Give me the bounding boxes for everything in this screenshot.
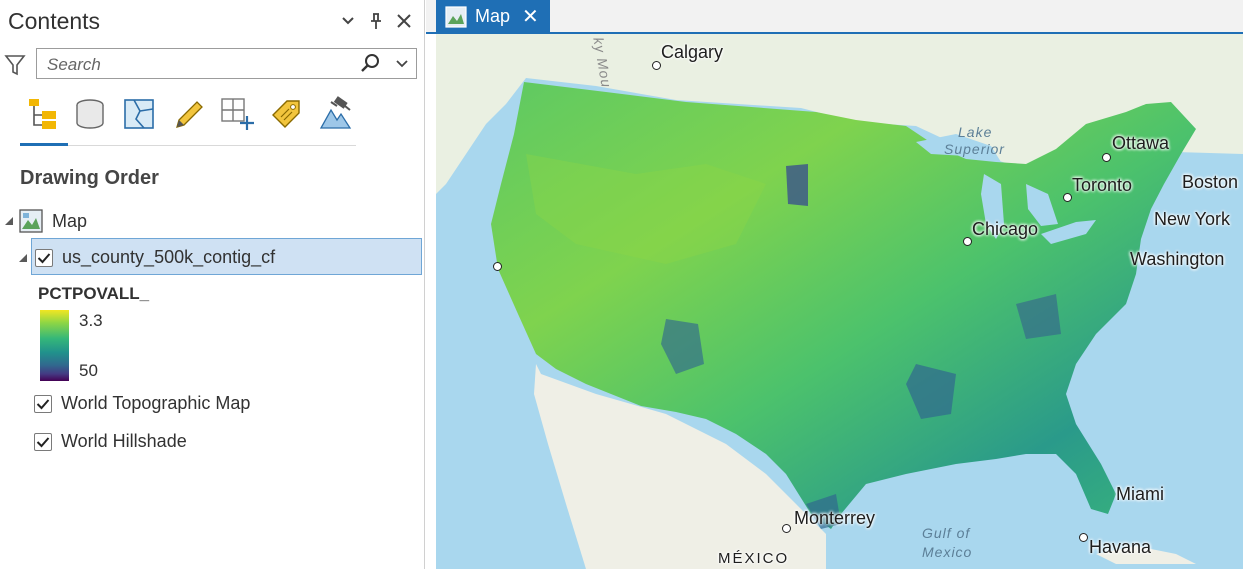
close-tab-icon[interactable]: ✕ bbox=[522, 7, 539, 27]
search-box bbox=[36, 48, 417, 79]
search-input[interactable] bbox=[45, 52, 359, 77]
pane-options-chevron-icon[interactable] bbox=[338, 10, 358, 32]
toolbar-divider bbox=[20, 145, 356, 146]
map-label-chicago: Chicago bbox=[972, 219, 1039, 239]
layer-row-county[interactable]: us_county_500k_contig_cf bbox=[18, 247, 275, 268]
map-label-calgary: Calgary bbox=[661, 42, 724, 62]
list-by-editing-icon[interactable] bbox=[169, 95, 206, 133]
layer-visibility-checkbox[interactable] bbox=[34, 432, 52, 451]
city-marker bbox=[1079, 533, 1088, 542]
tree-map-node[interactable]: Map bbox=[4, 209, 87, 233]
list-by-labeling-icon[interactable] bbox=[267, 95, 304, 133]
map-icon bbox=[19, 209, 43, 233]
active-tool-indicator bbox=[20, 143, 68, 146]
map-label-boston: Boston bbox=[1182, 172, 1239, 192]
map-label-gulf-2: Mexico bbox=[922, 544, 973, 560]
tab-map[interactable]: Map ✕ bbox=[436, 0, 550, 33]
map-view[interactable]: Calgary Ottawa Toronto Boston New York W… bbox=[436, 34, 1243, 569]
city-marker bbox=[1063, 193, 1072, 202]
auto-hide-pin-icon[interactable] bbox=[366, 10, 386, 32]
map-label-lake-superior-2: Superior bbox=[944, 141, 1005, 157]
list-by-snapping-icon[interactable] bbox=[218, 95, 255, 133]
pane-window-buttons bbox=[338, 10, 414, 32]
legend-high-label: 3.3 bbox=[79, 311, 103, 330]
city-marker bbox=[963, 237, 972, 246]
map-label-gulf: Gulf of bbox=[922, 525, 971, 541]
layer-row-hillshade[interactable]: World Hillshade bbox=[34, 431, 187, 452]
layer-name: World Topographic Map bbox=[61, 393, 251, 413]
layer-name: us_county_500k_contig_cf bbox=[62, 247, 276, 267]
map-label-toronto: Toronto bbox=[1072, 175, 1133, 195]
layer-visibility-checkbox[interactable] bbox=[34, 394, 52, 413]
checkmark-icon bbox=[36, 398, 50, 409]
filter-icon[interactable] bbox=[4, 53, 26, 77]
city-marker bbox=[652, 61, 661, 70]
city-marker bbox=[493, 262, 502, 271]
legend-color-ramp[interactable] bbox=[40, 310, 69, 381]
drawing-order-heading: Drawing Order bbox=[20, 167, 159, 189]
city-marker bbox=[1102, 153, 1111, 162]
map-label-havana: Havana bbox=[1089, 537, 1152, 557]
map-label-miami: Miami bbox=[1116, 484, 1164, 504]
collapse-triangle-icon[interactable] bbox=[18, 253, 28, 263]
list-by-perspective-imagery-icon[interactable] bbox=[316, 95, 353, 133]
layer-visibility-checkbox[interactable] bbox=[35, 248, 53, 267]
map-label-mexico: MÉXICO bbox=[718, 550, 790, 567]
legend-low-label: 50 bbox=[79, 361, 98, 380]
contents-pane: Contents Search Drawing Order Map us_cou… bbox=[0, 0, 425, 569]
search-options-chevron-icon[interactable] bbox=[394, 54, 410, 72]
map-node-label: Map bbox=[52, 210, 88, 231]
search-icon[interactable] bbox=[360, 53, 380, 73]
checkmark-icon bbox=[37, 252, 51, 263]
map-icon bbox=[445, 5, 467, 28]
map-label-ottawa: Ottawa bbox=[1112, 133, 1170, 153]
checkmark-icon bbox=[36, 436, 50, 447]
pane-title: Contents bbox=[8, 8, 101, 34]
collapse-triangle-icon[interactable] bbox=[4, 216, 14, 226]
close-pane-icon[interactable] bbox=[394, 10, 414, 32]
list-by-source-icon[interactable] bbox=[71, 95, 108, 133]
list-by-selection-icon[interactable] bbox=[120, 95, 157, 133]
map-label-new-york: New York bbox=[1154, 209, 1231, 229]
city-marker bbox=[782, 524, 791, 533]
map-label-washington: Washington bbox=[1130, 249, 1225, 269]
layer-row-topographic[interactable]: World Topographic Map bbox=[34, 393, 250, 414]
map-label-monterrey: Monterrey bbox=[794, 508, 876, 528]
legend-field-name: PCTPOVALL_ bbox=[38, 284, 150, 303]
contents-toolbar bbox=[22, 95, 353, 135]
layer-name: World Hillshade bbox=[61, 431, 187, 451]
map-label-lake-superior: Lake bbox=[958, 124, 993, 140]
list-by-drawing-order-icon[interactable] bbox=[22, 95, 59, 133]
tab-map-label: Map bbox=[475, 6, 511, 26]
